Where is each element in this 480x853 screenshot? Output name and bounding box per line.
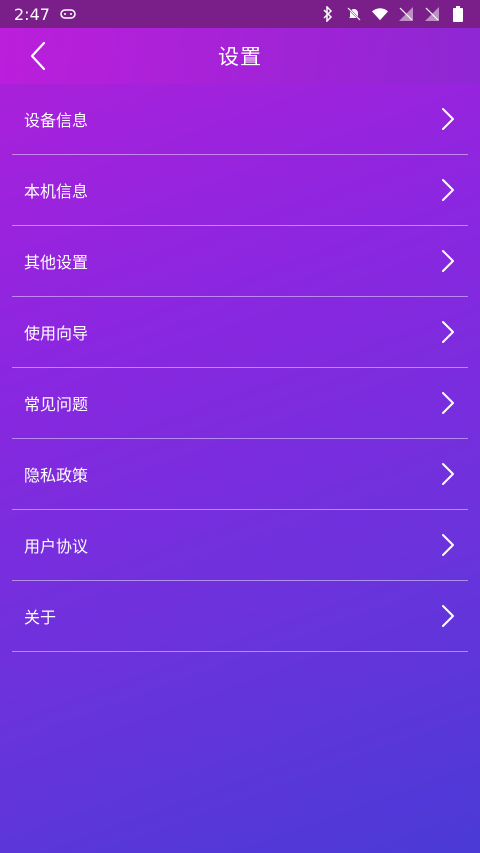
chevron-right-icon — [442, 179, 454, 201]
back-button[interactable] — [22, 40, 54, 72]
no-signal-icon — [398, 6, 414, 22]
no-signal-icon — [424, 6, 440, 22]
chevron-left-icon — [30, 41, 46, 71]
settings-item-label: 本机信息 — [24, 182, 89, 201]
battery-icon — [450, 6, 466, 22]
settings-item-device-info[interactable]: 设备信息 — [0, 84, 480, 154]
settings-item-user-guide[interactable]: 使用向导 — [0, 297, 480, 367]
settings-item-about[interactable]: 关于 — [0, 581, 480, 651]
page-title: 设置 — [218, 45, 262, 69]
chevron-right-icon — [442, 534, 454, 556]
settings-item-label: 其他设置 — [24, 253, 89, 272]
settings-item-other-settings[interactable]: 其他设置 — [0, 226, 480, 296]
chevron-right-icon — [442, 321, 454, 343]
wifi-icon — [372, 6, 388, 22]
bluetooth-icon — [320, 6, 336, 22]
chevron-right-icon — [442, 463, 454, 485]
settings-list: 设备信息 本机信息 其他设置 使用向导 常见问题 隐私政策 用户协议 关于 — [0, 84, 480, 652]
chevron-right-icon — [442, 605, 454, 627]
gamepad-icon — [60, 6, 76, 22]
chevron-right-icon — [442, 392, 454, 414]
chevron-right-icon — [442, 250, 454, 272]
status-bar: 2:47 — [0, 0, 480, 28]
header-bar: 设置 — [0, 28, 480, 84]
settings-item-label: 关于 — [24, 608, 57, 627]
divider — [12, 651, 468, 652]
status-time: 2:47 — [14, 4, 50, 24]
settings-item-faq[interactable]: 常见问题 — [0, 368, 480, 438]
settings-item-label: 常见问题 — [24, 395, 89, 414]
settings-item-label: 设备信息 — [24, 111, 89, 130]
settings-item-label: 使用向导 — [24, 324, 89, 343]
settings-item-label: 用户协议 — [24, 537, 89, 556]
settings-item-label: 隐私政策 — [24, 466, 89, 485]
settings-item-privacy-policy[interactable]: 隐私政策 — [0, 439, 480, 509]
app-screen: 2:47 设置 设备信息 本机信息 其他设置 使用向导 常见问题 隐私政策 用户… — [0, 0, 480, 853]
settings-item-local-info[interactable]: 本机信息 — [0, 155, 480, 225]
settings-item-user-agreement[interactable]: 用户协议 — [0, 510, 480, 580]
chevron-right-icon — [442, 108, 454, 130]
mute-icon — [346, 6, 362, 22]
